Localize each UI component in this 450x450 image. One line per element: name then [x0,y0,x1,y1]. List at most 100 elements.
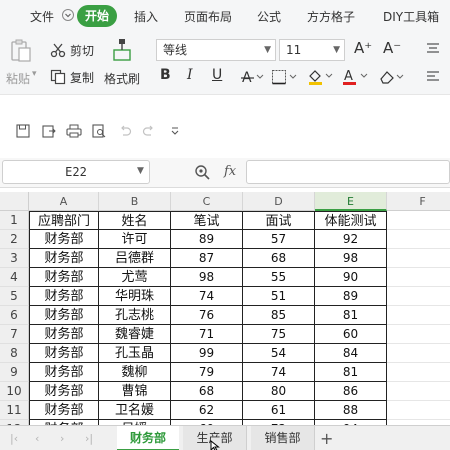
last-sheet-icon[interactable]: ›| [85,432,93,445]
table-cell[interactable]: 57 [243,230,315,249]
table-header-cell[interactable]: 笔试 [171,211,243,230]
align-top-icon[interactable] [425,42,441,56]
menu-page-layout[interactable]: 页面布局 [184,8,232,25]
table-cell[interactable]: 许可 [99,230,171,249]
table-cell[interactable] [387,268,450,287]
menu-start[interactable]: 开始 [77,5,118,27]
column-header-b[interactable]: B [99,192,171,211]
menu-insert[interactable]: 插入 [134,8,158,25]
cut-button[interactable]: 剪切 [70,42,94,59]
copy-icon[interactable] [50,69,66,85]
insert-function-button[interactable]: fx [224,164,236,179]
table-cell[interactable]: 财务部 [29,363,99,382]
align-left-icon[interactable] [425,70,441,84]
row-header[interactable]: 4 [0,268,29,287]
table-cell[interactable]: 89 [315,287,387,306]
table-cell[interactable]: 51 [243,287,315,306]
row-header[interactable]: 7 [0,325,29,344]
table-cell[interactable]: 99 [171,344,243,363]
table-cell[interactable]: 财务部 [29,249,99,268]
table-cell[interactable]: 98 [315,249,387,268]
table-cell[interactable] [387,344,450,363]
column-header-d[interactable]: D [243,192,315,211]
table-cell[interactable]: 60 [315,325,387,344]
table-cell[interactable]: 尤莺 [99,268,171,287]
row-header[interactable]: 11 [0,401,29,420]
table-cell[interactable]: 孔玉晶 [99,344,171,363]
column-header-f[interactable]: F [387,192,450,211]
table-cell[interactable]: 86 [315,382,387,401]
table-cell[interactable]: 68 [171,382,243,401]
shrink-font-button[interactable]: A⁻ [383,39,401,57]
table-cell[interactable]: 98 [171,268,243,287]
table-cell[interactable]: 财务部 [29,401,99,420]
first-sheet-icon[interactable]: |‹ [10,432,18,445]
column-header-a[interactable]: A [29,192,99,211]
table-header-cell[interactable]: 姓名 [99,211,171,230]
table-cell[interactable] [387,325,450,344]
sheet-tab-sales[interactable]: 销售部 [251,426,315,450]
undo-icon[interactable] [118,124,132,138]
table-cell[interactable]: 68 [243,249,315,268]
table-cell[interactable]: 财务部 [29,325,99,344]
table-cell[interactable] [387,211,450,230]
table-cell[interactable]: 55 [243,268,315,287]
table-cell[interactable]: 魏睿婕 [99,325,171,344]
table-cell[interactable] [387,249,450,268]
table-header-cell[interactable]: 体能测试 [315,211,387,230]
paste-dropdown-icon[interactable]: ▾ [32,69,37,79]
menu-diy[interactable]: DIY工具箱 [383,8,439,25]
table-cell[interactable]: 92 [315,230,387,249]
table-cell[interactable]: 54 [243,344,315,363]
font-color-icon[interactable]: A [342,68,370,86]
add-sheet-button[interactable]: + [320,429,333,448]
row-header[interactable]: 1 [0,211,29,230]
table-cell[interactable]: 90 [315,268,387,287]
font-size-select[interactable]: 11 ▼ [279,39,345,61]
table-cell[interactable]: 76 [171,306,243,325]
border-icon[interactable] [271,69,299,85]
table-cell[interactable]: 吕德群 [99,249,171,268]
table-cell[interactable]: 88 [315,401,387,420]
table-cell[interactable] [387,230,450,249]
table-cell[interactable]: 74 [171,287,243,306]
strikethrough-icon[interactable]: A [240,69,266,85]
table-cell[interactable] [387,401,450,420]
format-painter-button[interactable]: 格式刷 [104,70,140,87]
row-header[interactable]: 10 [0,382,29,401]
scissors-icon[interactable] [50,42,66,58]
underline-button[interactable]: U [212,67,222,83]
table-cell[interactable]: 71 [171,325,243,344]
table-cell[interactable]: 87 [171,249,243,268]
print-icon[interactable] [66,124,82,138]
table-cell[interactable] [387,287,450,306]
menu-fangfang[interactable]: 方方格子 [307,8,355,25]
table-cell[interactable]: 曹锦 [99,382,171,401]
bold-button[interactable]: B [160,67,171,83]
prev-sheet-icon[interactable]: ‹ [35,432,39,445]
table-cell[interactable]: 81 [315,363,387,382]
table-cell[interactable]: 89 [171,230,243,249]
name-box[interactable]: E22 [2,160,150,184]
paste-icon[interactable] [10,39,32,63]
customize-toolbar-icon[interactable] [168,124,182,138]
table-cell[interactable]: 财务部 [29,230,99,249]
row-header[interactable]: 2 [0,230,29,249]
format-painter-icon[interactable] [112,38,132,62]
copy-button[interactable]: 复制 [70,69,94,86]
table-cell[interactable] [387,363,450,382]
table-cell[interactable]: 85 [243,306,315,325]
chevron-down-icon[interactable]: ▼ [137,166,144,176]
table-cell[interactable]: 61 [243,401,315,420]
italic-button[interactable]: I [187,67,193,83]
paste-button[interactable]: 粘贴 [6,70,30,87]
table-cell[interactable]: 财务部 [29,382,99,401]
row-header[interactable]: 5 [0,287,29,306]
print-preview-icon[interactable] [92,124,106,138]
table-cell[interactable]: 75 [243,325,315,344]
save-icon[interactable] [16,124,30,138]
table-cell[interactable]: 孔志桃 [99,306,171,325]
table-header-cell[interactable]: 应聘部门 [29,211,99,230]
table-cell[interactable]: 魏柳 [99,363,171,382]
sheet-tab-finance[interactable]: 财务部 [117,426,179,450]
